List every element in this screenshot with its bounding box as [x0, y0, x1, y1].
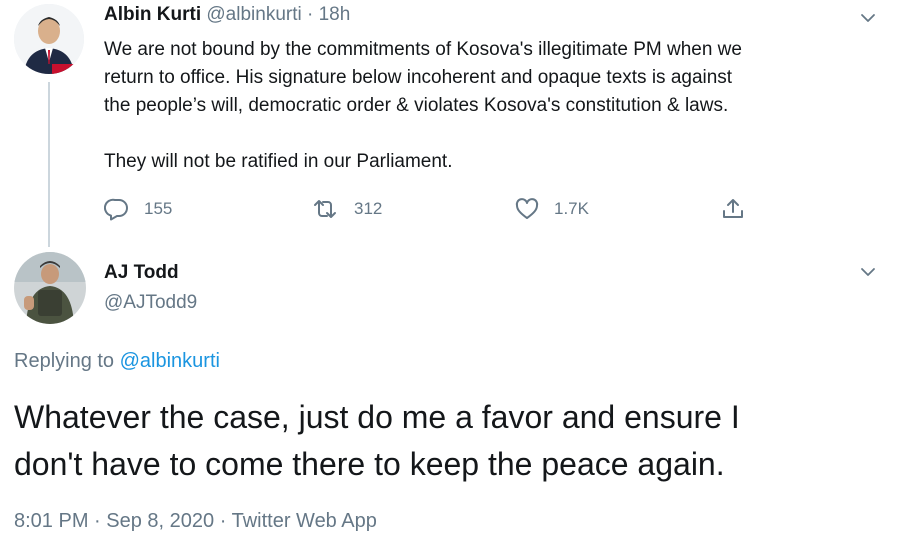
- retweet-button[interactable]: 312: [310, 194, 382, 224]
- retweet-count: 312: [354, 199, 383, 218]
- tweet-actions: 155 312 1.7K: [104, 194, 784, 224]
- tweet-text-line: They will not be ratified in our Parliam…: [104, 151, 453, 172]
- reply-text-line: don't have to come there to keep the pea…: [14, 446, 725, 482]
- author-name[interactable]: Albin Kurti: [104, 4, 201, 25]
- reply-source-app[interactable]: Twitter Web App: [232, 510, 377, 532]
- avatar-image: [14, 4, 84, 74]
- tweet-time[interactable]: 18h: [319, 4, 351, 25]
- tweet-text-line: We are not bound by the commitments of K…: [104, 39, 742, 60]
- chevron-down-icon[interactable]: [858, 8, 878, 28]
- avatar-image: [14, 252, 86, 324]
- tweet-text-line: return to office. His signature below in…: [104, 67, 733, 88]
- reply-meta: 8:01 PM · Sep 8, 2020 · Twitter Web App: [14, 510, 377, 533]
- meta-separator: ·: [219, 510, 227, 532]
- retweet-icon: [310, 197, 340, 221]
- tweet-text-line: the people’s will, democratic order & vi…: [104, 95, 729, 116]
- reply-author-handle[interactable]: @AJTodd9: [104, 292, 197, 313]
- thread-connector-line: [48, 82, 50, 247]
- avatar-albin-kurti[interactable]: [14, 4, 84, 74]
- reply-time[interactable]: 8:01 PM: [14, 510, 88, 532]
- meta-separator: ·: [94, 510, 101, 532]
- header-separator: ·: [307, 4, 314, 25]
- tweet-header: Albin Kurti @albinkurti · 18h: [104, 4, 350, 26]
- replying-to-label: Replying to: [14, 350, 115, 372]
- reply-author-handle-row: @AJTodd9: [104, 292, 197, 314]
- replying-to: Replying to @albinkurti: [14, 350, 220, 373]
- reply-text-line: Whatever the case, just do me a favor an…: [14, 399, 740, 435]
- reply-author-name-row: AJ Todd: [104, 262, 179, 284]
- avatar-aj-todd[interactable]: [14, 252, 86, 324]
- reply-icon: [104, 197, 130, 221]
- reply-date[interactable]: Sep 8, 2020: [106, 510, 214, 532]
- reply-text: Whatever the case, just do me a favor an…: [14, 394, 874, 488]
- chevron-down-icon[interactable]: [858, 262, 878, 282]
- reply-count: 155: [144, 199, 173, 218]
- share-icon: [720, 197, 746, 221]
- reply-button[interactable]: 155: [104, 194, 172, 224]
- reply-author-name[interactable]: AJ Todd: [104, 262, 179, 283]
- replying-to-link[interactable]: @albinkurti: [120, 350, 220, 372]
- like-button[interactable]: 1.7K: [514, 194, 589, 224]
- author-handle[interactable]: @albinkurti: [206, 4, 301, 25]
- heart-icon: [514, 197, 540, 221]
- like-count: 1.7K: [554, 199, 589, 218]
- tweet-text: We are not bound by the commitments of K…: [104, 36, 874, 176]
- share-button[interactable]: [720, 194, 746, 224]
